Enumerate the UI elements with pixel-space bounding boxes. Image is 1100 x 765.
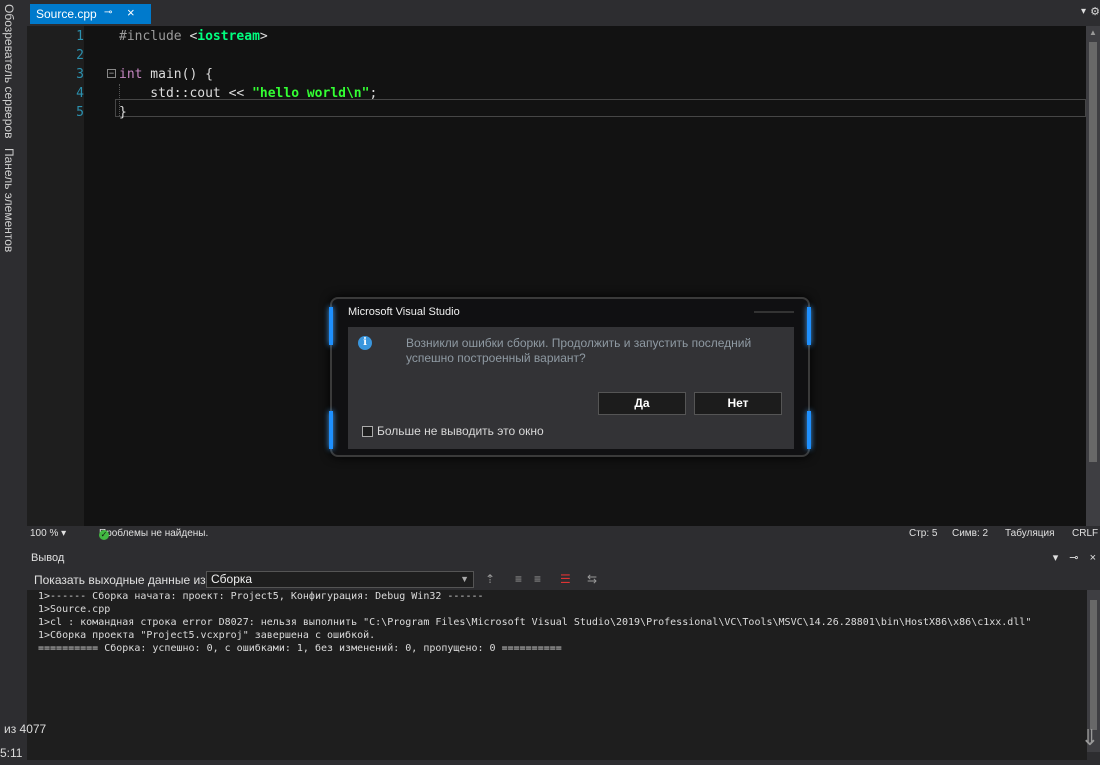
yes-button[interactable]: Да xyxy=(598,392,686,415)
column-indicator[interactable]: Симв: 2 xyxy=(952,528,988,539)
tab-source-cpp[interactable]: Source.cpp ⊸ × xyxy=(30,4,151,24)
line-ending-indicator[interactable]: CRLF xyxy=(1072,528,1098,539)
editor-vertical-scrollbar[interactable]: ▲ xyxy=(1086,26,1100,526)
chevron-down-icon: ▾ xyxy=(61,528,67,539)
code-token: } xyxy=(119,105,127,120)
line-number: 5 xyxy=(76,105,84,120)
zoom-value: 100 % xyxy=(30,528,59,539)
dont-show-again-row[interactable]: Больше не выводить это окно xyxy=(362,424,544,438)
dialog-title: Microsoft Visual Studio xyxy=(348,306,460,318)
code-token: int xyxy=(119,67,143,82)
find-message-icon[interactable]: ⇡ xyxy=(485,572,495,586)
output-source-select[interactable]: Сборка ▼ xyxy=(206,571,474,588)
next-message-icon[interactable]: ≡ xyxy=(534,572,541,586)
output-line: 1>Сборка проекта "Project5.vcxproj" заве… xyxy=(38,630,376,641)
no-button[interactable]: Нет xyxy=(694,392,782,415)
prev-message-icon[interactable]: ≡ xyxy=(515,572,522,586)
output-toolbar: Показать выходные данные из: Сборка ▼ ⇡ … xyxy=(27,570,1100,590)
word-wrap-icon[interactable]: ⇆ xyxy=(587,572,597,586)
line-number: 3 xyxy=(76,67,84,82)
code-line[interactable]: } xyxy=(119,103,127,122)
output-source-value: Сборка xyxy=(211,572,253,586)
line-indicator[interactable]: Стр: 5 xyxy=(909,528,937,539)
code-line[interactable]: #include <iostream> xyxy=(119,27,268,46)
panel-title: Вывод xyxy=(31,552,65,564)
code-token: #include xyxy=(119,29,190,44)
close-icon[interactable]: × xyxy=(127,5,135,20)
output-line: ========== Сборка: успешно: 0, с ошибкам… xyxy=(38,643,562,654)
code-token: \n xyxy=(345,86,362,101)
dont-show-again-label: Больше не выводить это окно xyxy=(377,424,544,438)
line-number: 2 xyxy=(76,48,84,63)
left-tool-strip: Обозреватель серверов Панель элементов xyxy=(0,0,22,720)
code-token: > xyxy=(259,29,268,44)
dialog-title-decoration xyxy=(754,303,794,313)
line-number: 4 xyxy=(76,86,84,101)
code-token: std::cout << xyxy=(119,86,253,101)
problems-text: Проблемы не найдены. xyxy=(99,528,209,539)
editor-status-bar: 100 % ▾ ✓ Проблемы не найдены. Стр: 5 Сим… xyxy=(27,526,1100,542)
output-text-area[interactable]: 1>------ Сборка начата: проект: Project5… xyxy=(27,590,1087,760)
chevron-down-icon[interactable]: ▾ xyxy=(1053,552,1059,564)
toolbox-tab[interactable]: Панель элементов xyxy=(2,148,16,252)
dialog-glow-accent xyxy=(807,307,811,345)
scroll-thumb[interactable] xyxy=(1089,42,1097,462)
dialog-glow-accent xyxy=(329,411,333,449)
close-icon[interactable]: × xyxy=(1090,552,1096,564)
check-icon: ✓ xyxy=(99,530,109,540)
tab-label: Source.cpp xyxy=(36,7,97,21)
code-token: main() { xyxy=(142,67,213,82)
chevron-down-icon: ▼ xyxy=(460,574,469,584)
output-panel: Вывод ▾ ⊸ × Показать выходные данные из:… xyxy=(27,548,1100,765)
scroll-up-icon[interactable]: ▲ xyxy=(1089,28,1097,37)
problems-indicator[interactable]: ✓ Проблемы не найдены. xyxy=(99,528,209,540)
gear-icon[interactable]: ⚙ xyxy=(1090,5,1100,18)
output-source-label: Показать выходные данные из: xyxy=(34,573,209,587)
pin-icon[interactable]: ⊸ xyxy=(1069,552,1078,564)
arrow-down-icon[interactable]: ⇓ xyxy=(1081,725,1099,751)
build-error-dialog: Microsoft Visual Studio i Возникли ошибк… xyxy=(329,297,811,457)
indent-mode-indicator[interactable]: Табуляция xyxy=(1005,528,1055,539)
tab-overflow-icon[interactable]: ▾ xyxy=(1081,6,1086,17)
output-line: 1>Source.cpp xyxy=(38,604,111,615)
panel-title-controls: ▾ ⊸ × xyxy=(1045,551,1096,564)
output-line: 1>cl : командная строка error D8027: нел… xyxy=(38,617,1032,628)
zoom-dropdown[interactable]: 100 % ▾ xyxy=(30,528,66,539)
pin-icon[interactable]: ⊸ xyxy=(104,7,112,18)
output-line: 1>------ Сборка начата: проект: Project5… xyxy=(38,591,484,602)
time-overlay: 5:11 xyxy=(0,746,23,760)
code-token: ; xyxy=(369,86,378,101)
code-token: "hello world xyxy=(252,86,346,101)
line-number: 1 xyxy=(76,29,84,44)
dialog-body: i Возникли ошибки сборки. Продолжить и з… xyxy=(348,327,794,449)
dialog-message: Возникли ошибки сборки. Продолжить и зап… xyxy=(406,336,752,365)
dont-show-again-checkbox[interactable] xyxy=(362,425,373,437)
document-tab-bar: Source.cpp ⊸ × ▾ ⚙ xyxy=(22,0,1100,26)
dialog-glow-accent xyxy=(807,411,811,449)
server-explorer-tab[interactable]: Обозреватель серверов xyxy=(2,4,16,138)
info-icon: i xyxy=(358,336,372,350)
code-line[interactable]: int main() { xyxy=(119,65,213,84)
fold-toggle-icon[interactable]: − xyxy=(107,69,116,78)
code-token: iostream xyxy=(197,29,260,44)
dialog-glow-accent xyxy=(329,307,333,345)
code-line[interactable]: std::cout << "hello world\n"; xyxy=(119,84,377,103)
clear-all-icon[interactable]: ☰ xyxy=(560,572,571,586)
scroll-thumb[interactable] xyxy=(1090,600,1097,730)
page-count-overlay: из 4077 xyxy=(4,722,47,736)
